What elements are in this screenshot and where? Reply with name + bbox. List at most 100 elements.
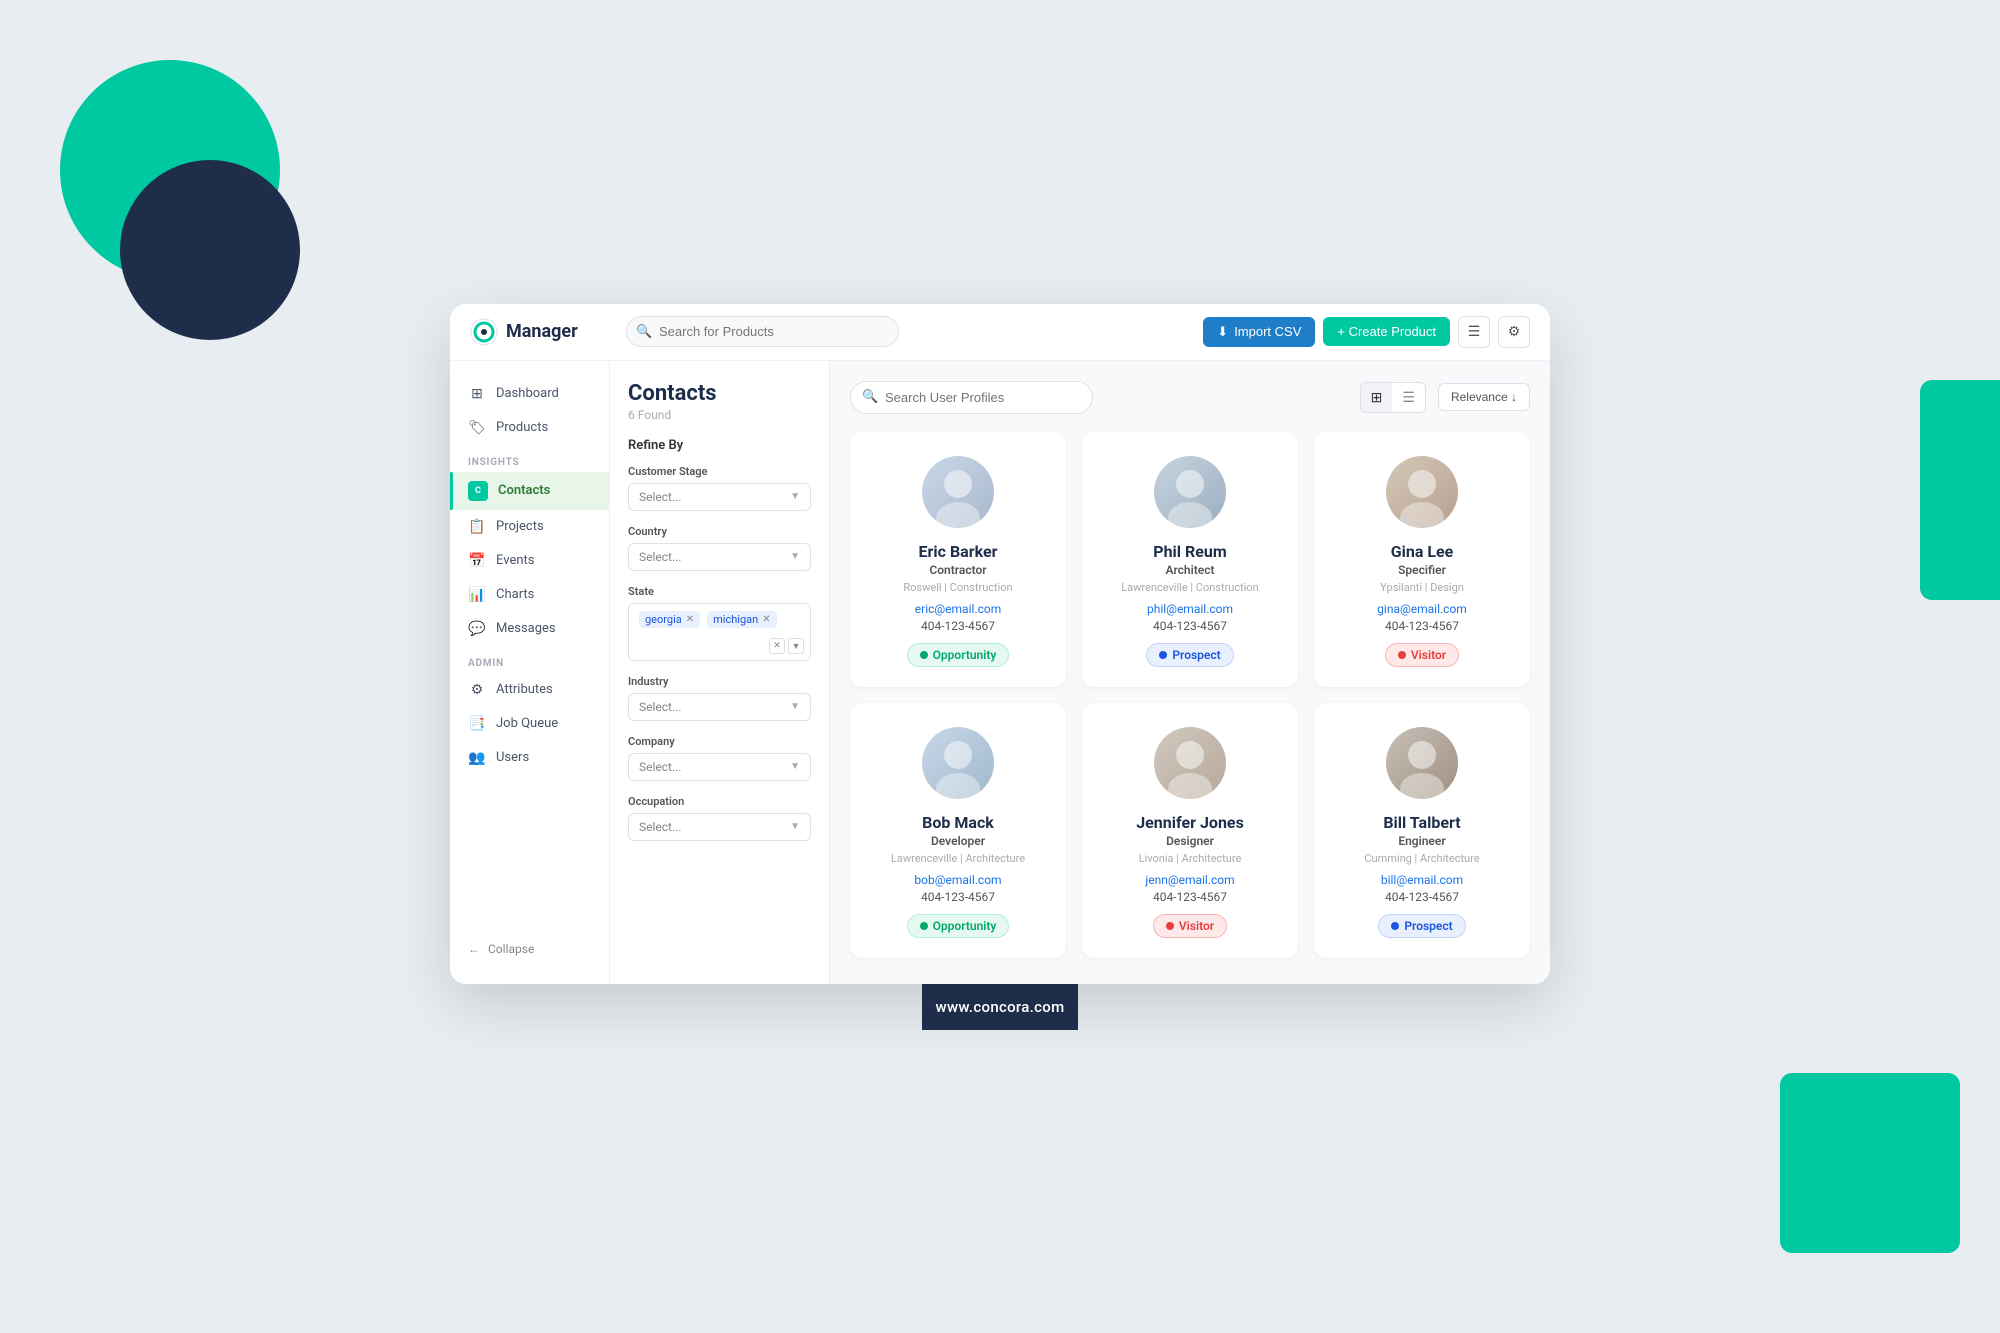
- filter-label-industry: Industry: [628, 675, 811, 688]
- filter-group-customer-stage: Customer Stage Select... ▼: [628, 465, 811, 511]
- filter-group-company: Company Select... ▼: [628, 735, 811, 781]
- sort-button[interactable]: Relevance ↓: [1438, 383, 1530, 411]
- sidebar-item-label: Products: [496, 420, 548, 435]
- contact-card[interactable]: Phil Reum Architect Lawrenceville | Cons…: [1082, 432, 1298, 687]
- tag-michigan: michigan ✕: [707, 611, 776, 628]
- chevron-down-icon: ▼: [790, 761, 800, 772]
- list-view-button[interactable]: ☰: [1392, 383, 1425, 412]
- sidebar-item-label: Users: [496, 750, 529, 765]
- bg-rect-teal-bottom: [1780, 1073, 1960, 1253]
- app-window: Manager 🔍 ⬇ Import CSV + Create Product …: [450, 304, 1550, 984]
- contact-avatar: [922, 727, 994, 799]
- messages-icon: 💬: [468, 621, 486, 637]
- footer-url: www.concora.com: [936, 998, 1065, 1016]
- contact-card[interactable]: Eric Barker Contractor Roswell | Constru…: [850, 432, 1066, 687]
- filter-label-occupation: Occupation: [628, 795, 811, 808]
- sidebar-item-label: Dashboard: [496, 386, 559, 401]
- tag-georgia-remove[interactable]: ✕: [686, 614, 694, 625]
- contact-card[interactable]: Bill Talbert Engineer Cumming | Architec…: [1314, 703, 1530, 958]
- top-search-input[interactable]: [626, 316, 899, 347]
- contact-avatar: [1386, 727, 1458, 799]
- sidebar-item-dashboard[interactable]: ⊞ Dashboard: [450, 377, 609, 411]
- table-icon: ☰: [1468, 324, 1481, 340]
- grid-view-button[interactable]: ⊞: [1361, 383, 1393, 412]
- sidebar-item-attributes[interactable]: ⚙ Attributes: [450, 673, 609, 707]
- app-title: Manager: [506, 321, 578, 342]
- filter-select-occupation[interactable]: Select... ▼: [628, 813, 811, 841]
- sidebar-item-label: Messages: [496, 621, 556, 636]
- chevron-down-icon: ▼: [790, 491, 800, 502]
- top-search-icon: 🔍: [636, 324, 652, 339]
- contacts-search-input[interactable]: [850, 381, 1093, 414]
- contact-email[interactable]: jenn@email.com: [1145, 873, 1234, 887]
- events-icon: 📅: [468, 553, 486, 569]
- contact-email[interactable]: bill@email.com: [1381, 873, 1463, 887]
- collapse-label: Collapse: [488, 942, 534, 956]
- contact-name: Eric Barker: [919, 542, 998, 561]
- sort-label: Relevance ↓: [1451, 390, 1517, 404]
- filter-group-industry: Industry Select... ▼: [628, 675, 811, 721]
- contact-card[interactable]: Gina Lee Specifier Ypsilanti | Design gi…: [1314, 432, 1530, 687]
- contact-name: Jennifer Jones: [1136, 813, 1244, 832]
- filter-select-industry[interactable]: Select... ▼: [628, 693, 811, 721]
- contact-phone: 404-123-4567: [1153, 619, 1227, 633]
- contact-badge: Visitor: [1385, 643, 1459, 667]
- chevron-down-icon: ▼: [790, 821, 800, 832]
- contact-email[interactable]: eric@email.com: [915, 602, 1001, 616]
- contact-email[interactable]: gina@email.com: [1377, 602, 1467, 616]
- import-label: Import CSV: [1234, 324, 1301, 339]
- contact-badge: Opportunity: [907, 914, 1010, 938]
- sidebar-item-users[interactable]: 👥 Users: [450, 741, 609, 775]
- contact-location: Lawrenceville | Construction: [1121, 581, 1259, 594]
- sidebar-item-products[interactable]: 🏷 Products: [450, 411, 609, 445]
- sidebar-item-charts[interactable]: 📊 Charts: [450, 578, 609, 612]
- contact-badge: Prospect: [1146, 643, 1233, 667]
- contact-email[interactable]: bob@email.com: [914, 873, 1001, 887]
- sidebar-section-insights: INSIGHTS: [450, 445, 609, 472]
- filter-select-country[interactable]: Select... ▼: [628, 543, 811, 571]
- contact-badge: Visitor: [1153, 914, 1227, 938]
- products-icon: 🏷: [468, 420, 486, 436]
- gear-icon: ⚙: [1508, 324, 1521, 340]
- contact-phone: 404-123-4567: [921, 890, 995, 904]
- view-toggle: ⊞ ☰: [1360, 382, 1426, 413]
- table-view-button[interactable]: ☰: [1458, 316, 1490, 348]
- filter-label-country: Country: [628, 525, 811, 538]
- tag-georgia: georgia ✕: [639, 611, 700, 628]
- sidebar-item-label: Charts: [496, 587, 534, 602]
- logo-area: Manager: [470, 318, 610, 346]
- collapse-button[interactable]: ← Collapse: [468, 942, 591, 956]
- contact-title: Specifier: [1398, 563, 1446, 577]
- active-badge: C: [468, 481, 488, 501]
- filter-tags-clear-button[interactable]: ✕: [769, 638, 785, 654]
- users-icon: 👥: [468, 750, 486, 766]
- filter-select-company[interactable]: Select... ▼: [628, 753, 811, 781]
- sidebar-item-job-queue[interactable]: 📑 Job Queue: [450, 707, 609, 741]
- attributes-icon: ⚙: [468, 682, 486, 698]
- sidebar-item-contacts[interactable]: C Contacts: [450, 472, 609, 510]
- sidebar-item-label: Job Queue: [496, 716, 558, 731]
- tag-michigan-remove[interactable]: ✕: [762, 614, 770, 625]
- filter-tags-expand-button[interactable]: ▼: [788, 638, 804, 654]
- create-product-button[interactable]: + Create Product: [1323, 317, 1450, 346]
- contact-card[interactable]: Jennifer Jones Designer Livonia | Archit…: [1082, 703, 1298, 958]
- job-queue-icon: 📑: [468, 716, 486, 732]
- contact-location: Cumming | Architecture: [1364, 852, 1479, 865]
- contact-badge: Prospect: [1378, 914, 1465, 938]
- contacts-grid: Eric Barker Contractor Roswell | Constru…: [850, 432, 1530, 958]
- contact-card[interactable]: Bob Mack Developer Lawrenceville | Archi…: [850, 703, 1066, 958]
- settings-button[interactable]: ⚙: [1498, 316, 1530, 348]
- sidebar-item-events[interactable]: 📅 Events: [450, 544, 609, 578]
- sidebar-item-messages[interactable]: 💬 Messages: [450, 612, 609, 646]
- contact-email[interactable]: phil@email.com: [1147, 602, 1233, 616]
- topbar: Manager 🔍 ⬇ Import CSV + Create Product …: [450, 304, 1550, 361]
- projects-icon: 📋: [468, 519, 486, 535]
- contact-avatar: [1154, 727, 1226, 799]
- import-csv-button[interactable]: ⬇ Import CSV: [1203, 317, 1315, 347]
- import-icon: ⬇: [1217, 324, 1228, 340]
- sidebar-item-projects[interactable]: 📋 Projects: [450, 510, 609, 544]
- filter-select-customer-stage[interactable]: Select... ▼: [628, 483, 811, 511]
- filter-group-country: Country Select... ▼: [628, 525, 811, 571]
- logo-icon: [470, 318, 498, 346]
- contact-badge: Opportunity: [907, 643, 1010, 667]
